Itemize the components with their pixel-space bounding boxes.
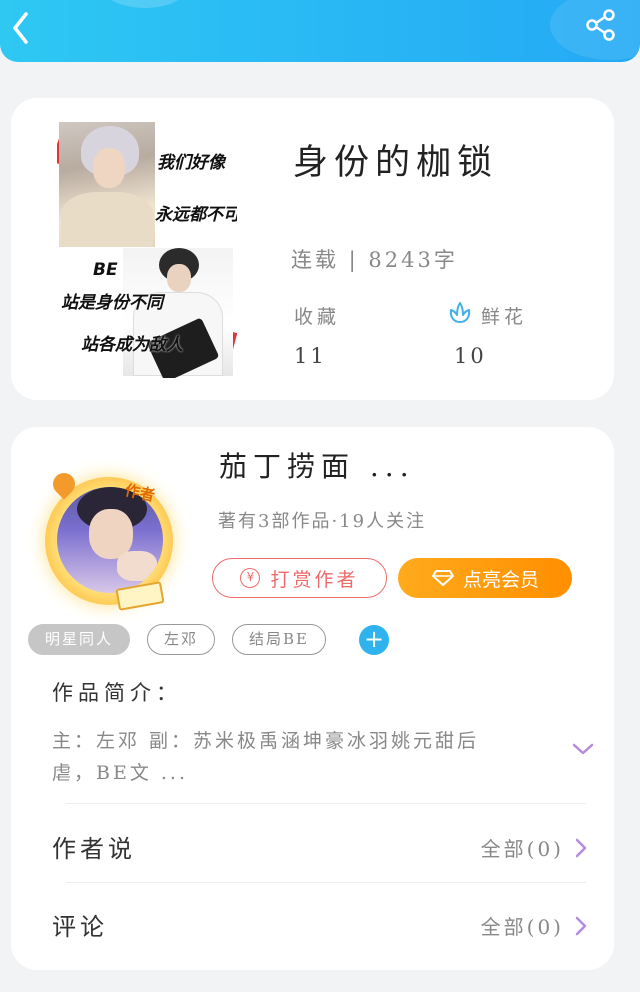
share-icon[interactable] [584, 8, 618, 42]
favorites-label: 收藏 [294, 306, 341, 328]
favorites-count: 11 [294, 344, 327, 368]
divider [66, 803, 586, 804]
comments-count: 全部(0) [480, 915, 564, 939]
flowers-count: 10 [454, 344, 487, 368]
activate-vip-label: 点亮会员 [462, 568, 539, 591]
tip-author-button[interactable]: ¥ 打赏作者 [212, 558, 387, 598]
top-header [0, 0, 640, 62]
book-status-wordcount: 连载 | 8243字 [291, 248, 458, 272]
book-info-card: 我们好像 永远都不可能 BE 站是身份不同 站各成为敌人 身份的枷锁 连载 | … [11, 98, 614, 400]
author-avatar[interactable]: 作者 [39, 467, 179, 611]
intro-text: 主：左邓 副：苏米极禹涵坤豪冰羽姚元甜后虐，BE文 ... [52, 730, 480, 784]
comments-row[interactable]: 评论 全部(0) [11, 897, 614, 957]
tag-item[interactable]: 结局BE [232, 624, 327, 655]
divider [66, 882, 586, 883]
book-cover-image[interactable]: 我们好像 永远都不可能 BE 站是身份不同 站各成为敌人 [57, 120, 237, 378]
book-title: 身份的枷锁 [293, 143, 499, 183]
author-says-label: 作者说 [52, 835, 136, 863]
intro-heading: 作品简介： [52, 681, 182, 705]
author-name[interactable]: 茄丁捞面 ... [219, 445, 415, 485]
tag-item[interactable]: 明星同人 [28, 624, 131, 655]
cover-caption: BE [93, 260, 118, 280]
cover-caption: 站是身份不同 [61, 293, 163, 313]
yen-icon: ¥ [240, 568, 261, 588]
tip-author-label: 打赏作者 [270, 568, 359, 591]
chevron-right-icon [575, 838, 587, 858]
author-says-row[interactable]: 作者说 全部(0) [11, 819, 614, 879]
cover-caption: 我们好像 [157, 153, 225, 173]
diamond-icon [431, 570, 454, 586]
comments-label: 评论 [52, 913, 108, 941]
chevron-right-icon [575, 916, 587, 936]
chevron-down-icon[interactable] [571, 741, 595, 757]
cover-caption: 永远都不可能 [155, 205, 237, 225]
author-stats: 著有3部作品·19人关注 [218, 511, 427, 532]
flowers-label: 鲜花 [481, 306, 528, 328]
cover-caption: 站各成为敌人 [81, 335, 183, 355]
author-says-count: 全部(0) [480, 837, 564, 861]
tag-list: 明星同人 左邓 结局BE + [28, 624, 390, 655]
header-decoration [100, 0, 190, 8]
activate-vip-button[interactable]: 点亮会员 [398, 558, 572, 598]
add-tag-plus-icon[interactable]: + [359, 624, 390, 655]
back-chevron-left-icon[interactable] [6, 8, 36, 44]
cover-photo-top [59, 122, 155, 247]
author-card: 作者 茄丁捞面 ... 著有3部作品·19人关注 ¥ 打赏作者 点亮会员 明星同… [11, 427, 614, 970]
tag-item[interactable]: 左邓 [147, 624, 216, 655]
flower-icon [449, 302, 471, 323]
